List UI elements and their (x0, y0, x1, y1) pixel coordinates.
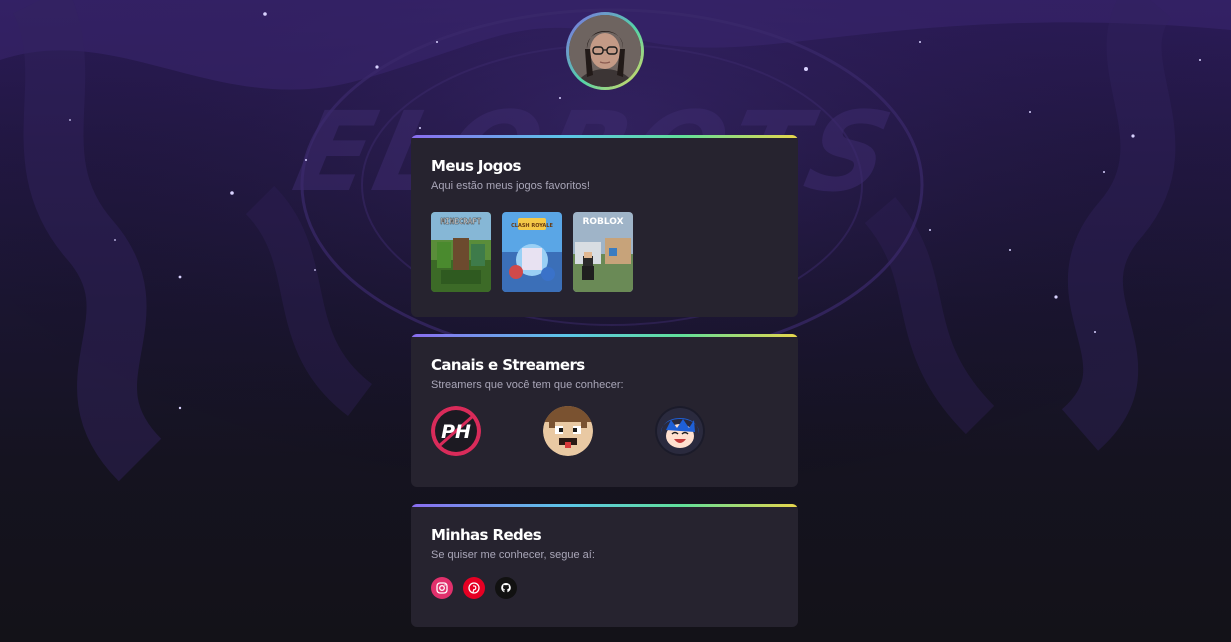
streamer-blue-hair-avatar[interactable] (655, 406, 705, 456)
instagram-link[interactable] (431, 577, 453, 599)
socials-card-title: Minhas Redes (431, 526, 542, 544)
games-card: Meus Jogos Aqui estão meus jogos favorit… (411, 135, 798, 317)
pinterest-icon (468, 582, 480, 594)
socials-card-subtitle: Se quiser me conhecer, segue aí: (431, 549, 595, 561)
profile-avatar (566, 12, 644, 90)
instagram-icon (436, 582, 448, 594)
github-icon (501, 583, 511, 593)
streamer-ph-avatar[interactable]: PH (431, 406, 481, 456)
socials-list (431, 577, 778, 599)
game-clash-royale[interactable]: CLASH ROYALE (502, 212, 562, 292)
streamer-pixel-face-avatar[interactable] (543, 406, 593, 456)
game-roblox[interactable]: ROBLOX (573, 212, 633, 292)
games-list: MINECRAFT CLASH ROYALE ROBLOX (431, 212, 778, 292)
game-minecraft[interactable]: MINECRAFT (431, 212, 491, 292)
streamers-card-subtitle: Streamers que você tem que conhecer: (431, 379, 624, 391)
streamers-card-title: Canais e Streamers (431, 356, 585, 374)
streamers-list: PH (431, 406, 778, 456)
socials-card: Minhas Redes Se quiser me conhecer, segu… (411, 504, 798, 627)
pinterest-link[interactable] (463, 577, 485, 599)
roblox-logo: ROBLOX (582, 217, 623, 227)
github-link[interactable] (495, 577, 517, 599)
profile-photo (569, 15, 641, 87)
minecraft-logo: MINECRAFT (441, 217, 482, 226)
games-card-subtitle: Aqui estão meus jogos favoritos! (431, 180, 590, 192)
clash-royale-logo: CLASH ROYALE (511, 223, 553, 229)
games-card-title: Meus Jogos (431, 157, 521, 175)
ph-logo: PH (441, 421, 471, 443)
streamers-card: Canais e Streamers Streamers que você te… (411, 334, 798, 487)
